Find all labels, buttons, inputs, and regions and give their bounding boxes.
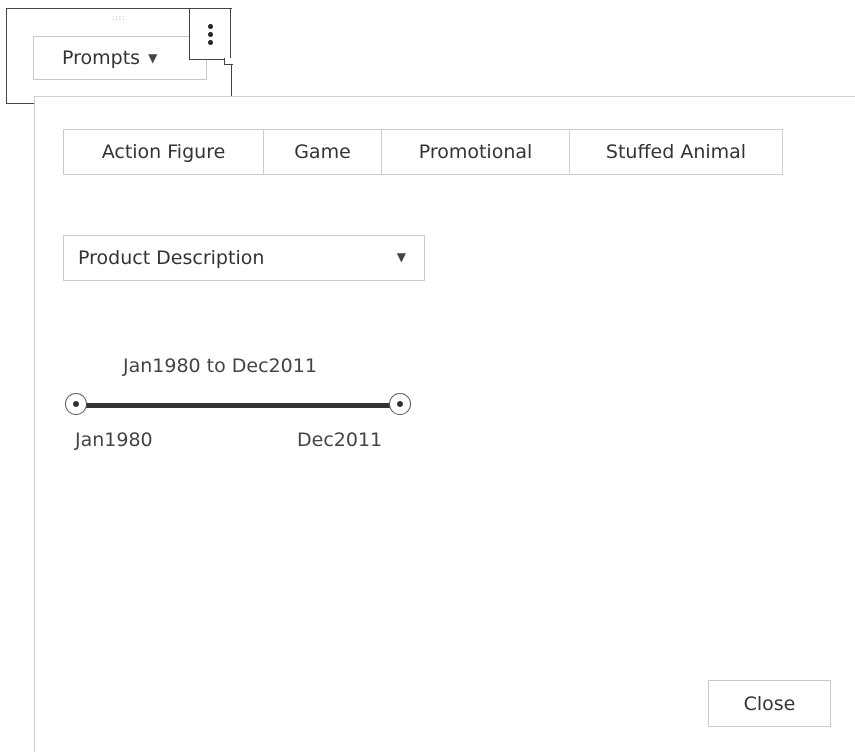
- drag-handle-icon[interactable]: ::::: [112, 15, 125, 22]
- chevron-down-icon: ▼: [148, 51, 158, 65]
- tab-stuffed-animal[interactable]: Stuffed Animal: [570, 130, 782, 174]
- range-max-label: Dec2011: [297, 429, 383, 451]
- handle-dot-icon: [73, 401, 79, 407]
- close-button[interactable]: Close: [708, 680, 831, 727]
- product-description-select[interactable]: Product Description ▼: [63, 235, 425, 281]
- select-value: Product Description: [78, 247, 265, 269]
- prompt-panel: Action Figure Game Promotional Stuffed A…: [34, 96, 855, 752]
- date-range-summary: Jan1980 to Dec2011: [123, 355, 317, 377]
- category-button-bar: Action Figure Game Promotional Stuffed A…: [63, 129, 783, 175]
- tab-promotional[interactable]: Promotional: [382, 130, 570, 174]
- prompt-widget-canvas: :::: Prompts ▼ Action Figure Game Promot…: [0, 0, 855, 752]
- prompts-button-label: Prompts: [62, 47, 141, 69]
- range-min-label: Jan1980: [75, 429, 153, 451]
- slider-end-handle[interactable]: [389, 393, 411, 415]
- widget-frame-notch: [224, 58, 233, 65]
- chevron-down-icon: ▼: [396, 250, 406, 264]
- tab-game[interactable]: Game: [264, 130, 382, 174]
- more-vertical-icon: [207, 23, 213, 29]
- date-range-slider-track[interactable]: [85, 403, 403, 408]
- tab-action-figure[interactable]: Action Figure: [64, 130, 264, 174]
- more-options-button[interactable]: [189, 8, 231, 60]
- prompts-button[interactable]: Prompts ▼: [33, 36, 207, 80]
- slider-start-handle[interactable]: [65, 393, 87, 415]
- handle-dot-icon: [397, 401, 403, 407]
- more-vertical-icon: [207, 31, 213, 37]
- more-vertical-icon: [207, 39, 213, 45]
